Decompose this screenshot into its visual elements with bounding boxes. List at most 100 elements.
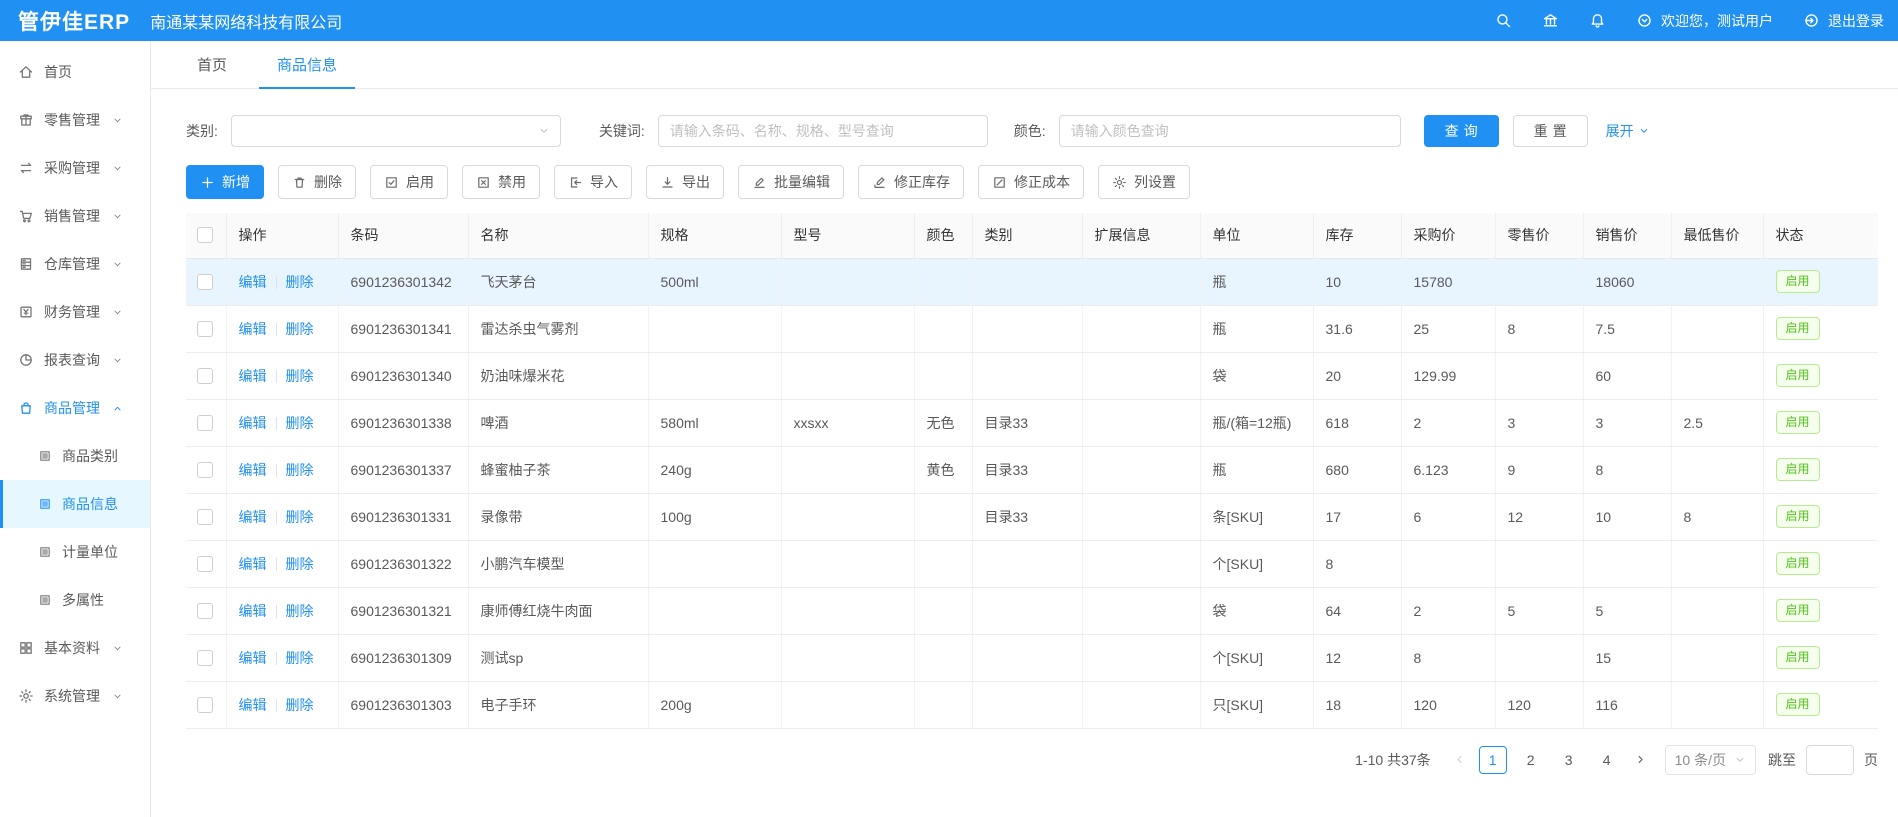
notification-bell-icon[interactable] [1589,12,1606,29]
row-checkbox[interactable] [197,697,213,713]
platform-icon[interactable] [1542,12,1559,29]
delete-link[interactable]: 删除 [286,321,314,337]
cell-spec: 200g [648,681,781,728]
sidebar-item-warehouse-mgmt[interactable]: 仓库管理 [0,240,150,288]
tab-product-info[interactable]: 商品信息 [259,41,355,88]
divider [276,464,277,477]
edit-link[interactable]: 编辑 [239,509,267,525]
fix-cost-button[interactable]: 修正成本 [978,165,1084,199]
sidebar-item-multi-attribute[interactable]: 多属性 [0,576,150,624]
cell-status: 启用 [1763,305,1878,352]
product-table: 操作条码名称规格型号颜色类别扩展信息单位库存采购价零售价销售价最低售价状态 编辑… [186,213,1878,729]
export-button[interactable]: 导出 [646,165,724,199]
reset-button[interactable]: 重置 [1513,115,1588,147]
row-checkbox[interactable] [197,556,213,572]
delete-link[interactable]: 删除 [286,603,314,619]
delete-link[interactable]: 删除 [286,556,314,572]
cell-status: 启用 [1763,681,1878,728]
page-number-3[interactable]: 3 [1555,746,1583,774]
color-input[interactable] [1059,115,1401,147]
enable-button[interactable]: 启用 [370,165,448,199]
welcome-user[interactable]: 欢迎您，测试用户 [1636,11,1773,31]
sidebar-item-label: 仓库管理 [44,254,100,274]
page-number-1[interactable]: 1 [1479,746,1507,774]
column-header: 状态 [1763,213,1878,258]
category-select[interactable] [231,115,561,147]
logout-button[interactable]: 退出登录 [1803,11,1884,31]
sidebar-item-report-query[interactable]: 报表查询 [0,336,150,384]
edit-link[interactable]: 编辑 [239,368,267,384]
select-all-checkbox[interactable] [197,227,213,243]
delete-link[interactable]: 删除 [286,368,314,384]
cell-spec [648,305,781,352]
row-checkbox[interactable] [197,274,213,290]
sidebar-item-label: 销售管理 [44,206,100,226]
color-label: 颜色: [1014,121,1046,141]
sidebar-item-system-mgmt[interactable]: 系统管理 [0,672,150,720]
app-header: 管伊佳ERP 南通某某网络科技有限公司 欢迎您，测试用户 退出登录 [0,0,1898,41]
delete-link[interactable]: 删除 [286,509,314,525]
sidebar-item-finance-mgmt[interactable]: 财务管理 [0,288,150,336]
edit-link[interactable]: 编辑 [239,415,267,431]
row-checkbox[interactable] [197,509,213,525]
next-page-icon[interactable] [1634,753,1647,766]
delete-link[interactable]: 删除 [286,697,314,713]
page-number-4[interactable]: 4 [1593,746,1621,774]
column-settings-button[interactable]: 列设置 [1098,165,1190,199]
edit-link[interactable]: 编辑 [239,556,267,572]
sidebar-item-retail-mgmt[interactable]: 零售管理 [0,96,150,144]
jump-page-input[interactable] [1806,745,1854,775]
prev-page-icon[interactable] [1453,753,1466,766]
add-button[interactable]: 新增 [186,165,264,199]
row-checkbox[interactable] [197,368,213,384]
row-checkbox[interactable] [197,321,213,337]
search-icon[interactable] [1495,12,1512,29]
cell-sale: 116 [1583,681,1671,728]
delete-link[interactable]: 删除 [286,415,314,431]
delete-button[interactable]: 删除 [278,165,356,199]
sidebar-item-product-mgmt[interactable]: 商品管理 [0,384,150,432]
sidebar-item-product-info[interactable]: 商品信息 [0,480,150,528]
keyword-input[interactable] [658,115,988,147]
sidebar-item-product-category[interactable]: 商品类别 [0,432,150,480]
cell-sale [1583,540,1671,587]
edit-link[interactable]: 编辑 [239,603,267,619]
column-header: 条码 [338,213,468,258]
cell-status: 启用 [1763,399,1878,446]
cell-category [972,540,1082,587]
row-checkbox[interactable] [197,415,213,431]
cell-purchase: 6 [1401,493,1495,540]
row-checkbox[interactable] [197,650,213,666]
sidebar-item-purchase-mgmt[interactable]: 采购管理 [0,144,150,192]
page-number-2[interactable]: 2 [1517,746,1545,774]
edit-link[interactable]: 编辑 [239,462,267,478]
import-button[interactable]: 导入 [554,165,632,199]
edit-link[interactable]: 编辑 [239,697,267,713]
sidebar-item-home[interactable]: 首页 [0,48,150,96]
tab-home[interactable]: 首页 [179,41,245,88]
fix-stock-button[interactable]: 修正库存 [858,165,964,199]
edit-link[interactable]: 编辑 [239,650,267,666]
cell-model [781,681,914,728]
sidebar-item-base-data[interactable]: 基本资料 [0,624,150,672]
search-button[interactable]: 查询 [1424,115,1499,147]
disable-button[interactable]: 禁用 [462,165,540,199]
page-size-select[interactable]: 10 条/页 [1665,745,1756,775]
delete-link[interactable]: 删除 [286,650,314,666]
chevron-down-icon [112,211,123,222]
sidebar-item-measure-unit[interactable]: 计量单位 [0,528,150,576]
row-checkbox[interactable] [197,462,213,478]
edit-link[interactable]: 编辑 [239,274,267,290]
table-row: 编辑删除6901236301341雷达杀虫气雾剂瓶31.62587.5启用 [186,305,1878,352]
expand-link[interactable]: 展开 [1606,121,1650,141]
delete-link[interactable]: 删除 [286,462,314,478]
row-checkbox[interactable] [197,603,213,619]
tab-bar: 首页 商品信息 [151,41,1898,89]
sidebar-item-sales-mgmt[interactable]: 销售管理 [0,192,150,240]
batch-edit-button[interactable]: 批量编辑 [738,165,844,199]
cell-stock: 20 [1313,352,1401,399]
delete-link[interactable]: 删除 [286,274,314,290]
cell-retail [1495,634,1583,681]
edit-link[interactable]: 编辑 [239,321,267,337]
cell-ext [1082,305,1200,352]
